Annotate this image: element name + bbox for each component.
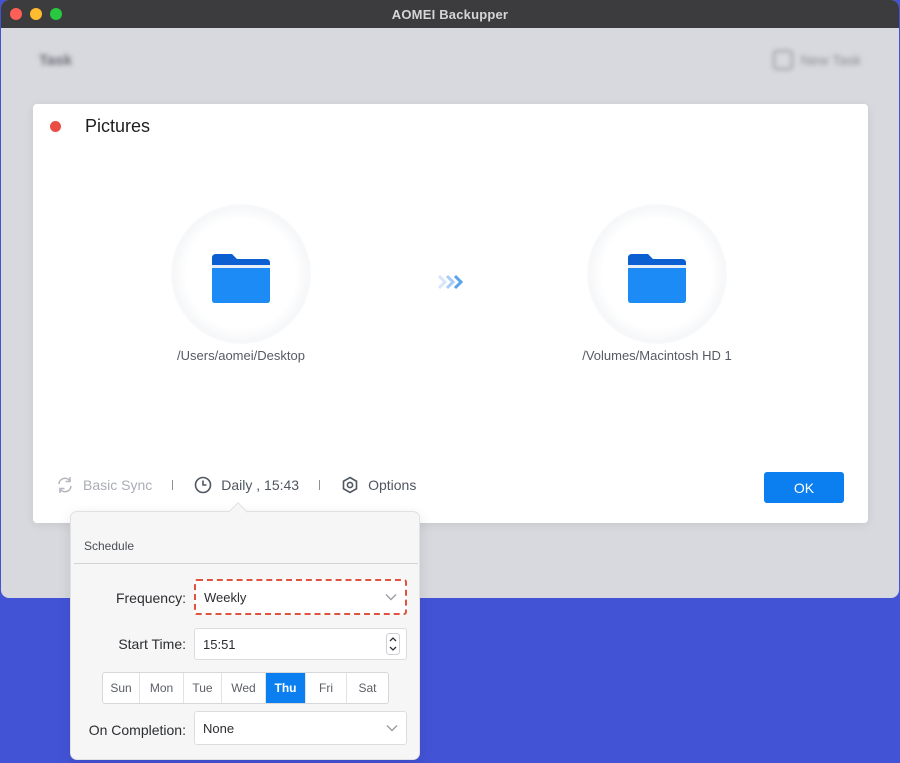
completion-value: None [203, 720, 235, 736]
source-endpoint[interactable]: Pictures /Users/aomei/Desktop [111, 204, 371, 363]
day-tue[interactable]: Tue [184, 673, 222, 703]
new-task-label: New Task [800, 52, 861, 68]
toolbar-divider [319, 480, 321, 490]
schedule-button[interactable]: Daily , 15:43 [193, 475, 299, 495]
popover-title: Schedule [84, 539, 135, 553]
task-status-dot [50, 121, 61, 132]
source-halo [171, 204, 311, 344]
completion-select[interactable]: None [194, 711, 407, 745]
clock-icon [194, 476, 212, 494]
sync-icon [58, 477, 72, 493]
new-task-button: New Task [772, 50, 861, 70]
options-label: Options [368, 477, 417, 493]
start-time-label: Start Time: [118, 636, 186, 652]
task-title: Pictures [85, 116, 151, 136]
source-path: /Users/aomei/Desktop [177, 348, 305, 363]
chevron-down-icon [386, 725, 398, 732]
options-button[interactable]: Options [340, 475, 416, 495]
destination-endpoint[interactable]: New Folder /Volumes/Macintosh HD 1 [527, 204, 787, 363]
header-title: Task [39, 52, 73, 69]
window-title: AOMEI Backupper [391, 6, 509, 22]
sync-mode-button[interactable]: Basic Sync [55, 475, 152, 495]
day-sat[interactable]: Sat [347, 673, 388, 703]
day-sun[interactable]: Sun [103, 673, 140, 703]
frequency-value: Weekly [204, 589, 247, 605]
popover-divider [74, 563, 418, 564]
toolbar-divider [172, 480, 174, 490]
day-fri[interactable]: Fri [306, 673, 347, 703]
frequency-select[interactable]: Weekly [194, 579, 407, 615]
task-toolbar: Basic Sync Daily , 15:43 Options [55, 474, 416, 496]
close-window-button[interactable] [10, 8, 22, 20]
folder-icon [212, 254, 270, 303]
start-time-field[interactable]: 15:51 [194, 628, 407, 660]
time-stepper-icon[interactable] [386, 633, 400, 655]
gear-icon [342, 476, 358, 494]
sync-direction-arrows-icon [437, 274, 464, 290]
schedule-label: Daily , 15:43 [221, 477, 300, 493]
blurred-header: Task New Task [1, 28, 899, 92]
day-wed[interactable]: Wed [222, 673, 266, 703]
sync-mode-label: Basic Sync [83, 477, 153, 493]
minimize-window-button[interactable] [30, 8, 42, 20]
frequency-label: Frequency: [115, 590, 186, 606]
day-thu[interactable]: Thu [266, 673, 306, 703]
completion-label: On Completion: [88, 722, 186, 738]
day-mon[interactable]: Mon [140, 673, 184, 703]
ok-button[interactable]: OK [764, 472, 844, 503]
folder-icon [628, 254, 686, 303]
task-card: Pictures Pictures /Users/aomei/Desktop N… [33, 104, 868, 523]
start-time-value: 15:51 [203, 636, 236, 652]
destination-halo [587, 204, 727, 344]
title-bar: AOMEI Backupper [1, 0, 899, 28]
new-task-icon [772, 50, 793, 70]
window-controls [10, 8, 62, 20]
zoom-window-button[interactable] [50, 8, 62, 20]
destination-path: /Volumes/Macintosh HD 1 [582, 348, 732, 363]
weekday-selector: Sun Mon Tue Wed Thu Fri Sat [102, 672, 389, 704]
schedule-popover: Schedule Frequency: Weekly Start Time: 1… [70, 502, 420, 760]
chevron-down-icon [385, 594, 397, 601]
